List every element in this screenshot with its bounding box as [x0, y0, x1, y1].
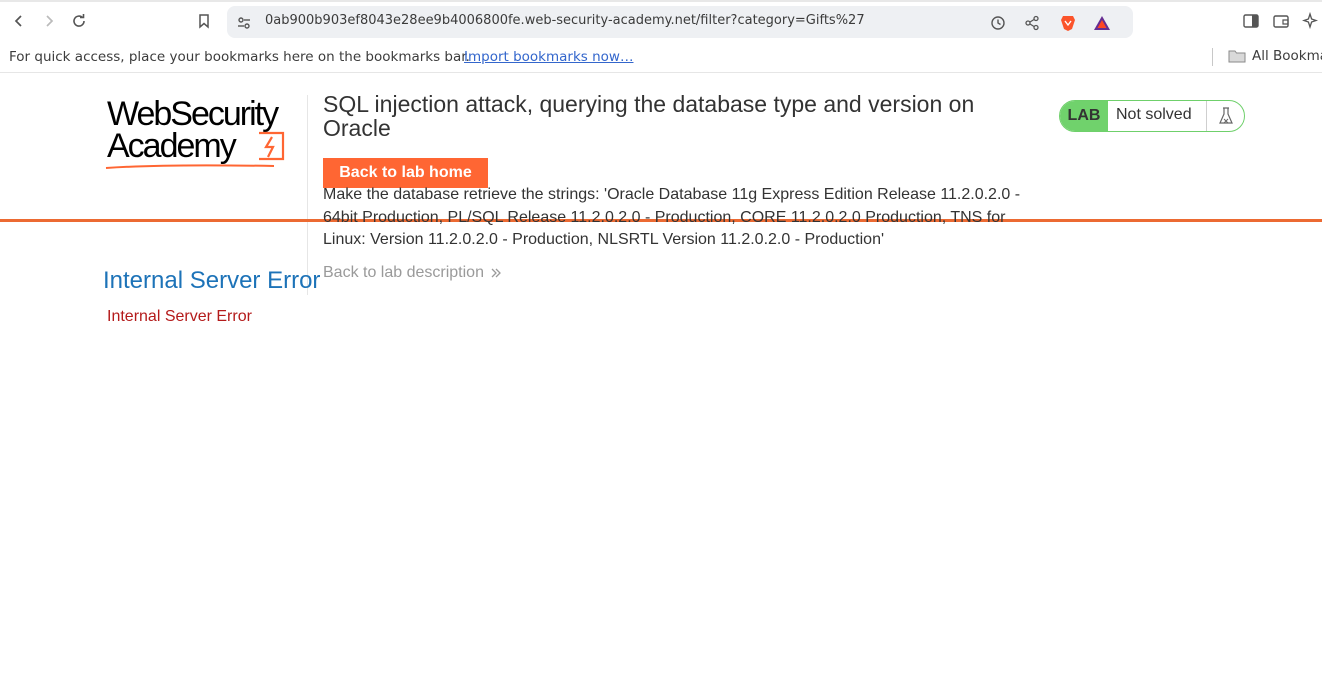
back-to-lab-description-label: Back to lab description — [323, 264, 484, 281]
sidebar-icon — [1243, 14, 1259, 28]
logo-bolt-icon — [259, 131, 285, 161]
logo-line-2: Academy — [107, 127, 237, 165]
web-security-academy-logo[interactable]: WebSecurity Academy — [104, 95, 304, 173]
share-icon[interactable] — [1023, 14, 1041, 32]
leo-ai-button[interactable] — [1300, 10, 1322, 32]
bookmarks-divider — [1212, 48, 1213, 66]
bookmarks-bar-message: For quick access, place your bookmarks h… — [9, 49, 470, 65]
error-heading: Internal Server Error — [103, 267, 321, 294]
url-text[interactable]: 0ab900b903ef8043e28ee9b4006800fe.web-sec… — [265, 13, 865, 28]
reload-button[interactable] — [68, 10, 90, 32]
header-vertical-divider — [307, 95, 308, 295]
forward-button[interactable] — [38, 10, 60, 32]
history-icon[interactable] — [989, 14, 1007, 32]
toolbar-top-border — [0, 0, 1322, 2]
browser-toolbar: 0ab900b903ef8043e28ee9b4006800fe.web-sec… — [0, 0, 1322, 42]
lab-title: SQL injection attack, querying the datab… — [323, 91, 975, 141]
double-chevron-right-icon — [491, 268, 501, 278]
page-content: WebSecurity Academy SQL injection attack… — [0, 73, 1322, 697]
bookmark-icon — [199, 14, 209, 29]
bookmarks-bar: For quick access, place your bookmarks h… — [0, 42, 1322, 73]
lab-status-badge: LAB — [1060, 101, 1108, 131]
lab-description: Make the database retrieve the strings: … — [323, 186, 1021, 248]
sidebar-toggle-button[interactable] — [1240, 10, 1262, 32]
lab-status-text: Not solved — [1116, 106, 1192, 123]
folder-icon — [1228, 50, 1246, 63]
back-button[interactable] — [8, 10, 30, 32]
chevron-left-icon — [14, 15, 22, 27]
flask-icon — [1206, 101, 1244, 131]
import-bookmarks-link[interactable]: Import bookmarks now… — [464, 49, 633, 65]
brave-shields-icon[interactable] — [1059, 14, 1077, 32]
logo-underline — [105, 164, 275, 169]
wallet-button[interactable] — [1270, 10, 1292, 32]
all-bookmarks-button[interactable]: All Bookmarks — [1228, 48, 1322, 64]
all-bookmarks-label: All Bookmarks — [1252, 48, 1322, 64]
lab-status-widget: LAB Not solved — [1059, 100, 1245, 132]
error-message: Internal Server Error — [107, 308, 252, 325]
sparkle-icon — [1302, 12, 1319, 30]
brave-rewards-icon[interactable] — [1093, 14, 1111, 32]
back-to-lab-description-link[interactable]: Back to lab description — [323, 264, 502, 282]
chevron-right-icon — [46, 15, 54, 27]
site-settings-icon[interactable] — [235, 14, 253, 32]
address-bar[interactable]: 0ab900b903ef8043e28ee9b4006800fe.web-sec… — [227, 6, 1133, 38]
bookmark-page-button[interactable] — [193, 10, 215, 32]
reload-icon — [73, 14, 85, 27]
wallet-icon — [1273, 15, 1289, 28]
